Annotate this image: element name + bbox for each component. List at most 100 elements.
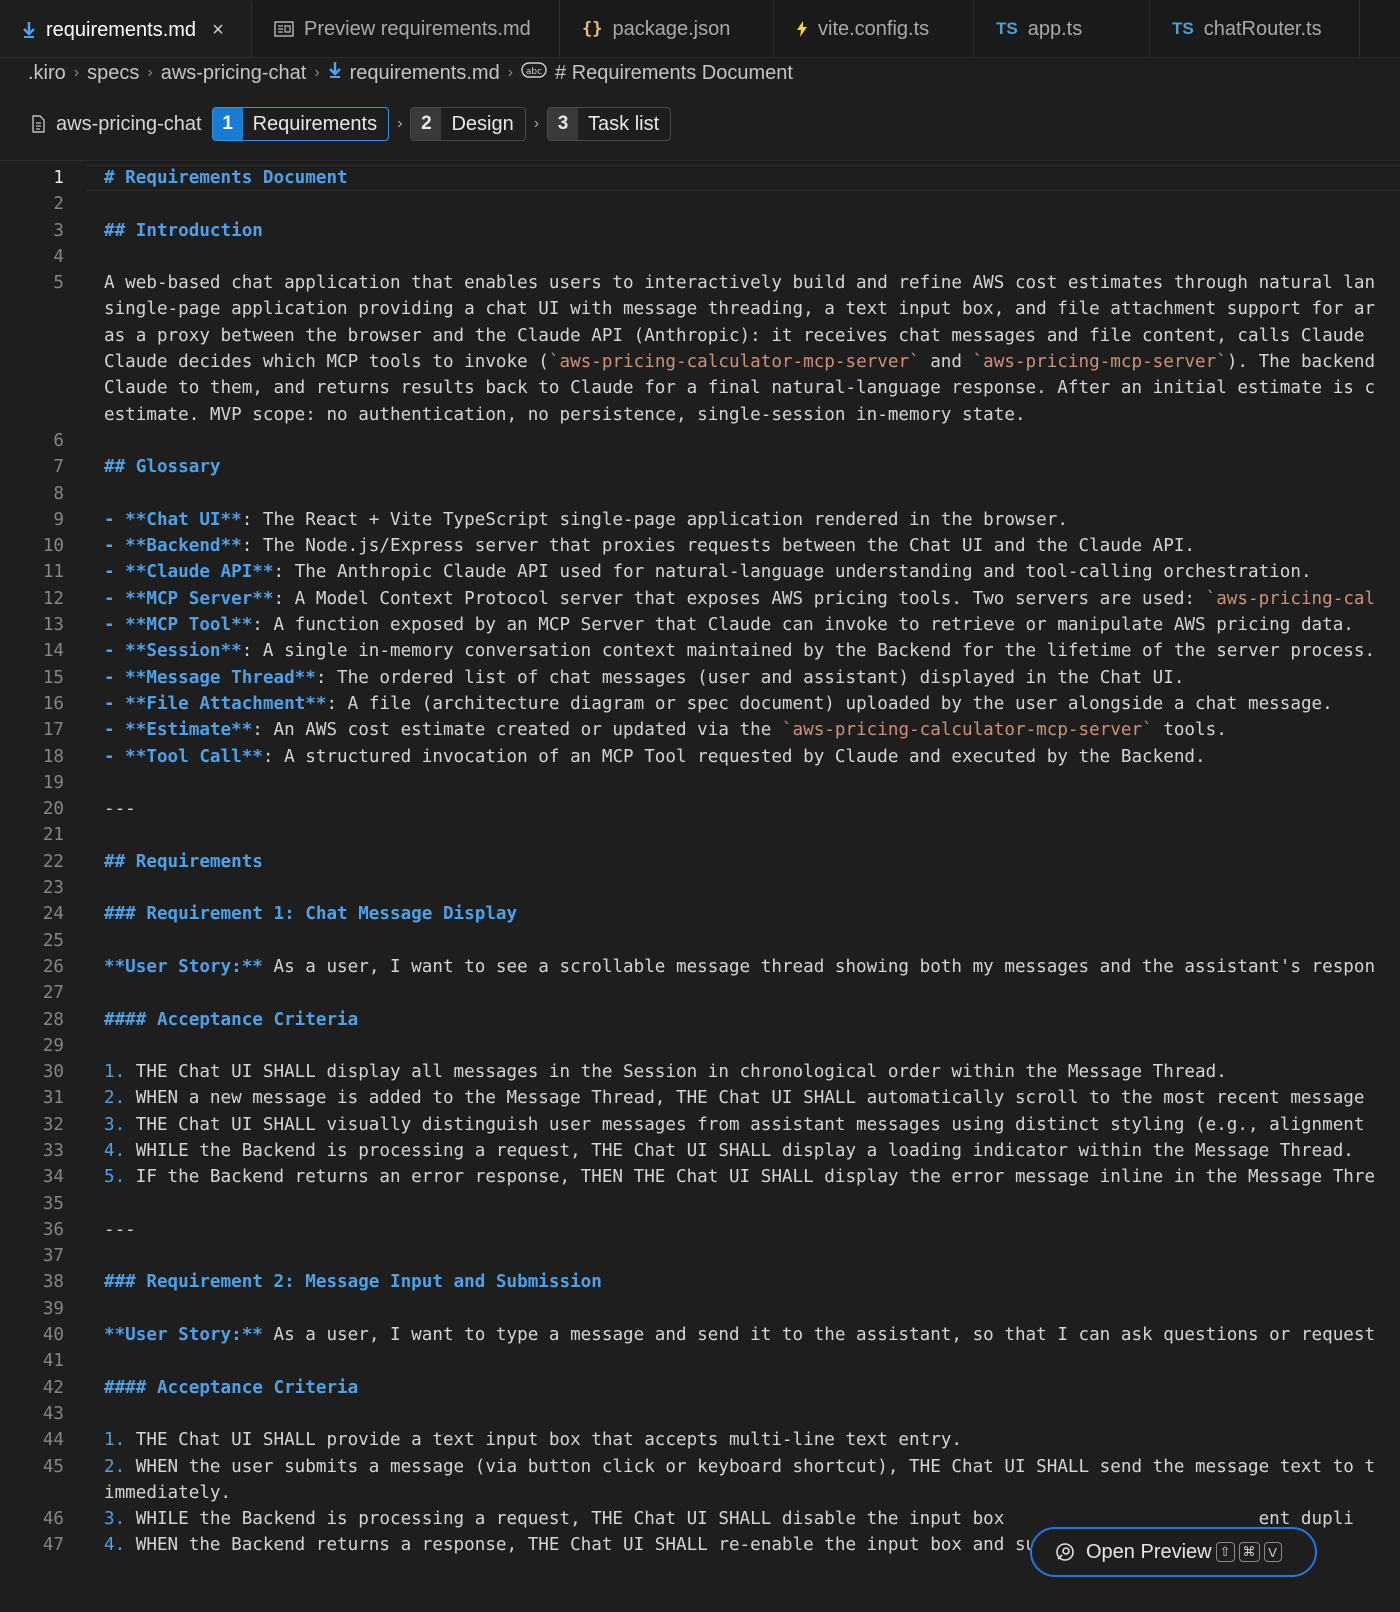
close-icon[interactable]: × (212, 19, 224, 42)
code-token: WHEN the Backend returns a response, THE… (125, 1535, 1164, 1556)
line-number: 16 (42, 693, 64, 714)
code-line: 18 - **Tool Call**: A structured invocati… (0, 744, 1400, 770)
code-token: : The Node.js/Express server that proxie… (241, 536, 1196, 557)
code-line: 29 (0, 1033, 1400, 1059)
code-line: 28 #### Acceptance Criteria (0, 1007, 1400, 1033)
step-label: Task list (588, 112, 660, 135)
line-number: 14 (42, 641, 64, 662)
code-token: THE Chat UI SHALL display all messages i… (125, 1062, 1227, 1083)
code-line: 11 - **Claude API**: The Anthropic Claude… (0, 559, 1400, 585)
line-text: single-page application providing a chat… (104, 296, 1375, 322)
step-number: 2 (411, 108, 442, 140)
line-number: 27 (42, 983, 64, 1004)
editor-lines: 1 # Requirements Document 2 3 ## Introductio… (0, 165, 1400, 1559)
typescript-icon: TS (996, 19, 1018, 38)
code-token: - **Claude API** (104, 562, 274, 583)
code-token: immediately. (104, 1482, 232, 1503)
code-line: 3 ## Introduction (0, 218, 1400, 244)
breadcrumb-item[interactable]: requirements.md (328, 61, 500, 85)
code-token: WHEN a new message is added to the Messa… (125, 1088, 1365, 1109)
code-line: 26 **User Story:** As a user, I want to s… (0, 954, 1400, 980)
code-line: single-page application providing a chat… (0, 296, 1400, 322)
code-token: `aws-pricing-mcp-server` (972, 352, 1227, 373)
line-text: **User Story:** As a user, I want to see… (104, 954, 1375, 980)
step-requirements[interactable]: 1 Requirements (211, 107, 390, 141)
code-token: # Requirements Document (104, 168, 348, 188)
line-text: - **Chat UI**: The React + Vite TypeScri… (104, 507, 1068, 533)
code-line: 37 (0, 1243, 1400, 1269)
code-line: 14 - **Session**: A single in-memory conv… (0, 638, 1400, 664)
breadcrumb-chevron-icon: › (147, 64, 153, 81)
code-token: - **Estimate** (104, 720, 253, 741)
tab-preview-requirements-md[interactable]: Preview requirements.md (252, 0, 560, 57)
step-task-list[interactable]: 3 Task list (547, 107, 672, 141)
code-token: 4. (104, 1140, 126, 1161)
tab-chatrouter-ts[interactable]: TS chatRouter.ts (1150, 0, 1360, 57)
line-text: 4. WHEN the Backend returns a response, … (104, 1532, 1163, 1558)
code-token: ## Glossary (104, 457, 221, 478)
code-token: WHILE the Backend is processing a reques… (125, 1140, 1354, 1161)
code-line: 34 5. IF the Backend returns an error res… (0, 1164, 1400, 1190)
breadcrumb-chevron-icon: › (314, 64, 320, 81)
code-token: #### Acceptance Criteria (104, 1009, 359, 1030)
code-token: ### Requirement 1: Chat Message Display (104, 904, 518, 925)
line-number: 43 (42, 1403, 64, 1424)
step-design[interactable]: 2 Design (410, 107, 526, 141)
line-text: --- (104, 796, 136, 822)
open-preview-label: Open Preview (1086, 1540, 1212, 1563)
line-number: 15 (42, 667, 64, 688)
code-token: #### Acceptance Criteria (104, 1377, 359, 1398)
code-token: : The ordered list of chat messages (use… (315, 667, 1185, 688)
code-token: : A function exposed by an MCP Server th… (252, 615, 1354, 636)
code-line: 9 - **Chat UI**: The React + Vite TypeScr… (0, 507, 1400, 533)
code-token: 2. (104, 1088, 126, 1109)
svg-text:abc: abc (526, 67, 542, 77)
line-number: 12 (42, 588, 64, 609)
open-preview-button[interactable]: Open Preview ⇧ ⌘ V (1030, 1527, 1317, 1577)
spec-name-label: aws-pricing-chat (56, 112, 202, 135)
spec-steps: aws-pricing-chat 1 Requirements › 2 Design › 3… (30, 104, 672, 144)
breadcrumb-item[interactable]: abc # Requirements Document (521, 61, 793, 85)
line-number: 40 (42, 1325, 64, 1346)
code-token: - **Chat UI** (104, 509, 242, 530)
code-editor[interactable]: 1 # Requirements Document 2 3 ## Introductio… (0, 160, 1400, 1612)
code-line: 43 (0, 1401, 1400, 1427)
code-token: ## Requirements (104, 851, 263, 872)
code-token: as a proxy between the browser and the C… (104, 325, 1365, 346)
code-token: THE Chat UI SHALL provide a text input b… (125, 1430, 962, 1451)
code-line: 41 (0, 1348, 1400, 1374)
code-token: ## Introduction (104, 220, 263, 241)
line-text: 2. WHEN a new message is added to the Me… (104, 1085, 1365, 1111)
code-token: Claude to them, and returns results back… (104, 378, 1376, 399)
code-token: - **Backend** (104, 536, 242, 557)
code-line: 16 - **File Attachment**: A file (archite… (0, 691, 1400, 717)
line-text: **User Story:** As a user, I want to typ… (104, 1322, 1375, 1348)
preview-icon (274, 21, 294, 37)
step-label: Requirements (252, 112, 378, 135)
code-line: 19 (0, 770, 1400, 796)
breadcrumb-label: requirements.md (349, 62, 500, 84)
line-number: 42 (42, 1377, 64, 1398)
line-number: 47 (42, 1535, 64, 1556)
line-text: 4. WHILE the Backend is processing a req… (104, 1138, 1354, 1164)
code-line: 15 - **Message Thread**: The ordered list… (0, 665, 1400, 691)
line-number: 20 (42, 799, 64, 820)
tab-requirements-md[interactable]: requirements.md × (0, 0, 252, 57)
tab-package-json[interactable]: {} package.json (560, 0, 774, 57)
line-number: 29 (42, 1035, 64, 1056)
tab-app-ts[interactable]: TS app.ts (974, 0, 1150, 57)
code-token: : A file (architecture diagram or spec d… (326, 693, 1333, 714)
shortcut-shift-key: ⇧ (1215, 1542, 1235, 1562)
breadcrumb-item[interactable]: specs (87, 62, 139, 85)
breadcrumb-item[interactable]: .kiro (28, 62, 66, 85)
line-text: 3. THE Chat UI SHALL visually distinguis… (104, 1112, 1365, 1138)
code-token: 4. (104, 1535, 126, 1556)
spec-name[interactable]: aws-pricing-chat (30, 113, 202, 136)
code-token: --- (104, 1219, 136, 1240)
line-text: A web-based chat application that enable… (104, 270, 1375, 296)
code-token: tools. (1152, 720, 1227, 741)
tab-vite-config-ts[interactable]: vite.config.ts (774, 0, 974, 57)
line-text: - **MCP Server**: A Model Context Protoc… (104, 586, 1375, 612)
code-line: 40 **User Story:** As a user, I want to t… (0, 1322, 1400, 1348)
breadcrumb-item[interactable]: aws-pricing-chat (161, 62, 307, 85)
